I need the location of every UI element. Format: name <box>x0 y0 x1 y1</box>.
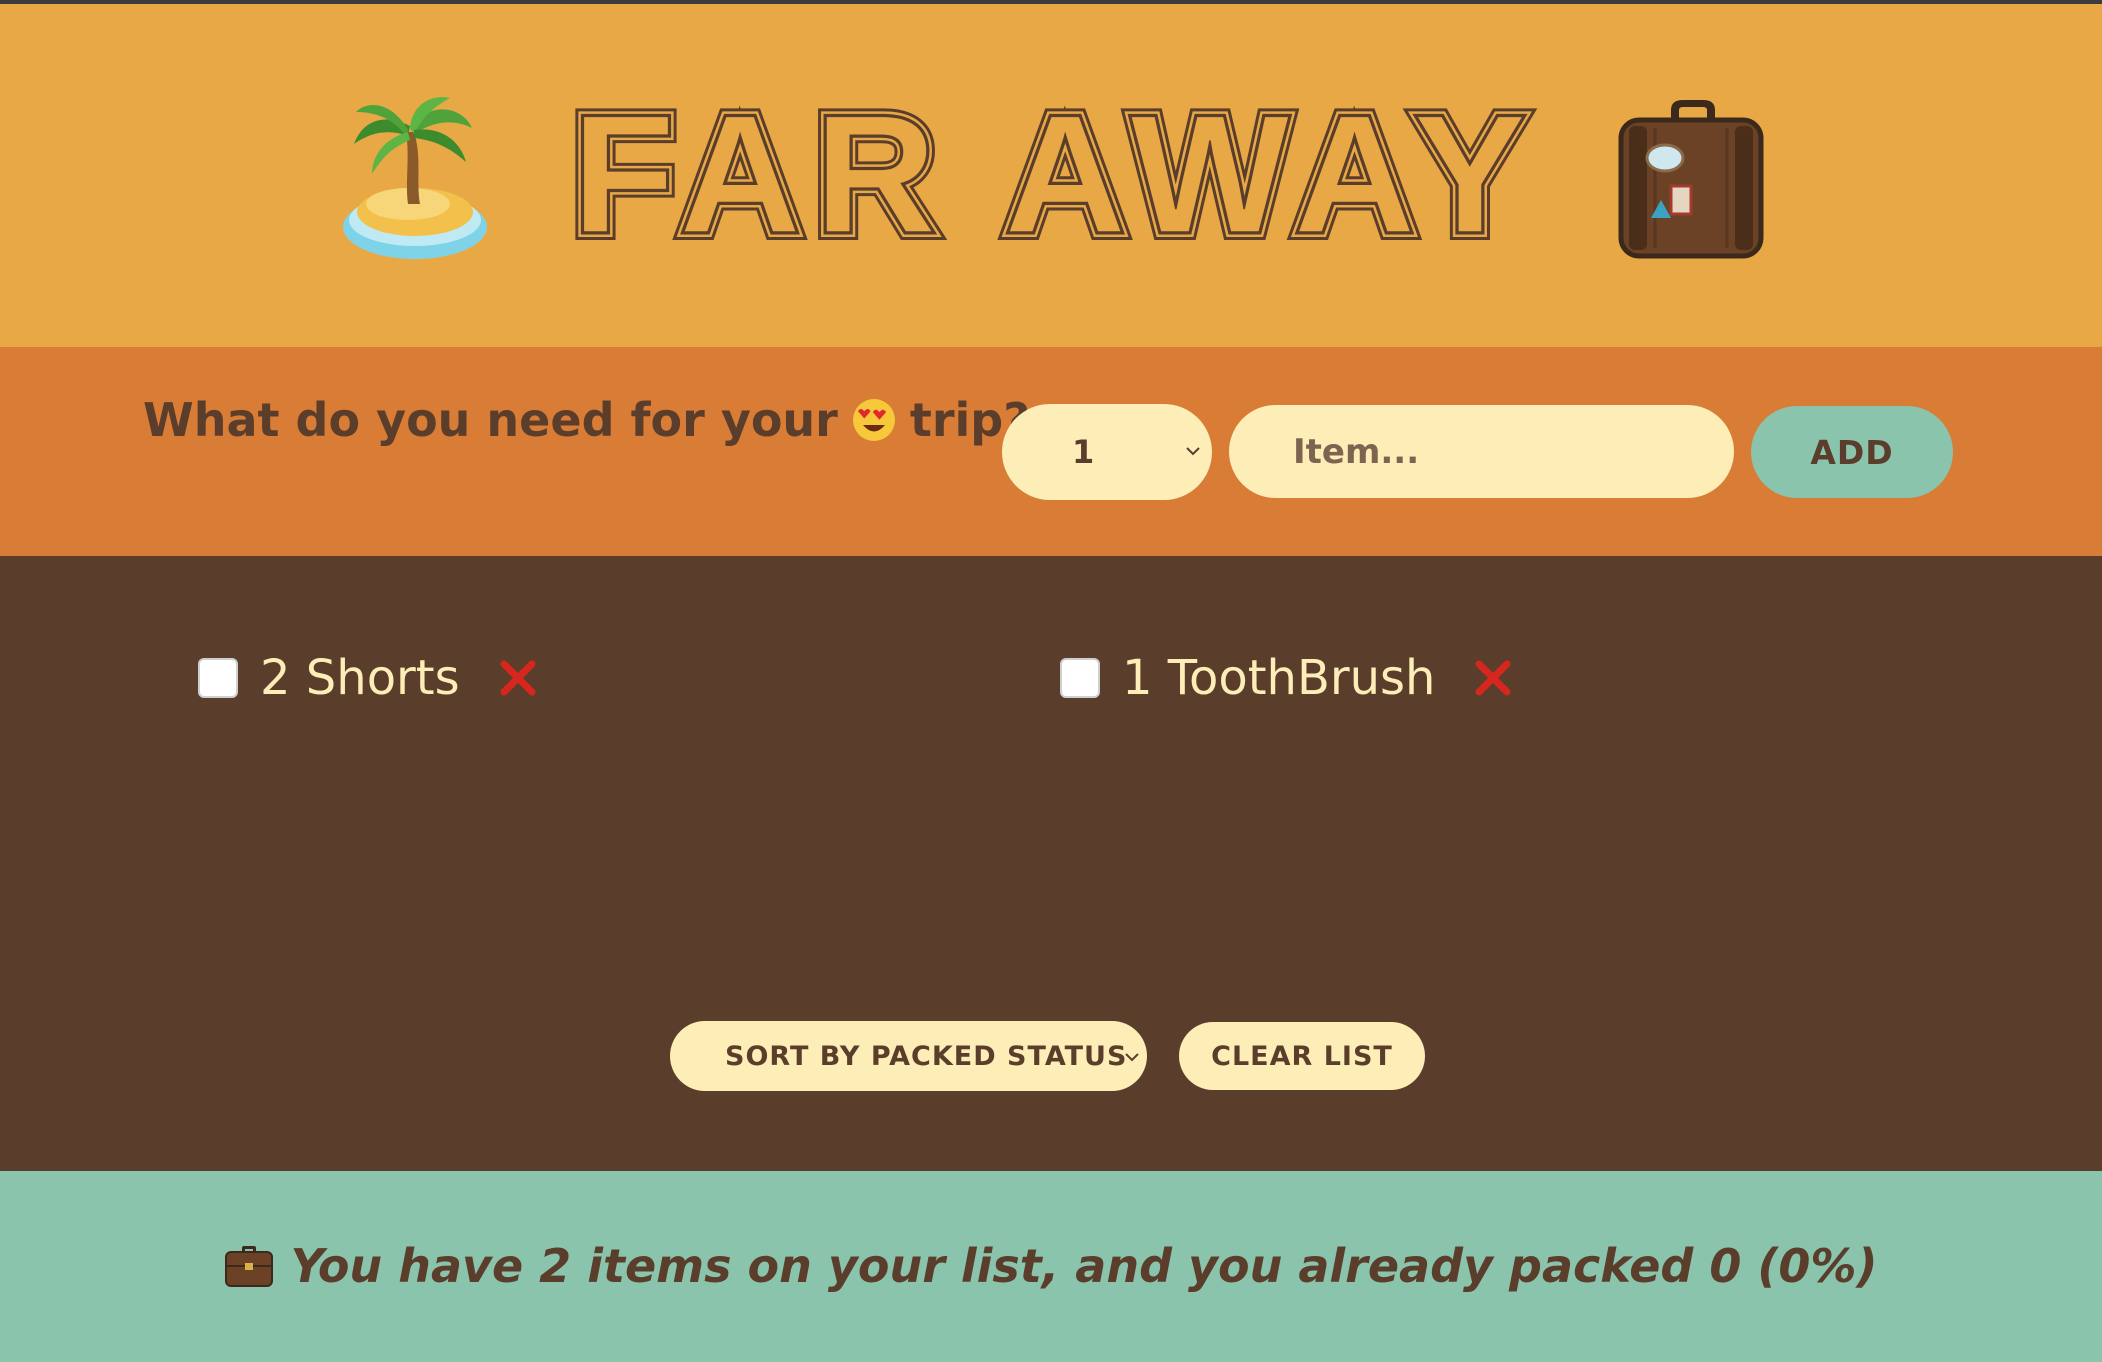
heart-eyes-emoji-icon <box>852 399 895 441</box>
app-title: FAR AWAY FAR AWAY FAR AWAY FAR AWAY FAR … <box>564 104 1540 244</box>
item-label: 2 Shorts <box>260 650 460 706</box>
desert-island-icon <box>343 97 487 259</box>
list-item: 1 ToothBrush <box>1060 648 1513 708</box>
packed-checkbox[interactable] <box>198 658 238 698</box>
sort-select[interactable]: SORT BY PACKED STATUS <box>670 1021 1147 1091</box>
packed-checkbox[interactable] <box>1060 658 1100 698</box>
list-item: 2 Shorts <box>198 648 538 708</box>
stats-text: You have 2 items on your list, and you a… <box>290 1239 1878 1293</box>
chevron-down-icon <box>1125 1053 1139 1062</box>
add-button[interactable]: ADD <box>1751 406 1953 498</box>
suitcase-icon <box>1618 100 1764 259</box>
quantity-select-value: 1 <box>1072 433 1095 471</box>
svg-text:FAR AWAY: FAR AWAY <box>572 104 1540 244</box>
chevron-down-icon <box>1186 447 1200 456</box>
form-question-text-before: What do you need for your <box>143 393 838 447</box>
sort-select-value: SORT BY PACKED STATUS <box>725 1040 1128 1072</box>
briefcase-icon <box>225 1246 274 1287</box>
delete-icon[interactable] <box>498 658 538 698</box>
item-input[interactable] <box>1229 405 1734 498</box>
quantity-select[interactable]: 1 <box>1002 404 1212 500</box>
clear-list-button[interactable]: CLEAR LIST <box>1179 1022 1425 1090</box>
stats-message: You have 2 items on your list, and you a… <box>0 1239 2102 1293</box>
app-header: FAR AWAY FAR AWAY FAR AWAY FAR AWAY FAR … <box>0 4 2102 347</box>
delete-icon[interactable] <box>1473 658 1513 698</box>
form-question: What do you need for your trip? <box>143 393 1030 447</box>
item-label: 1 ToothBrush <box>1122 650 1436 706</box>
